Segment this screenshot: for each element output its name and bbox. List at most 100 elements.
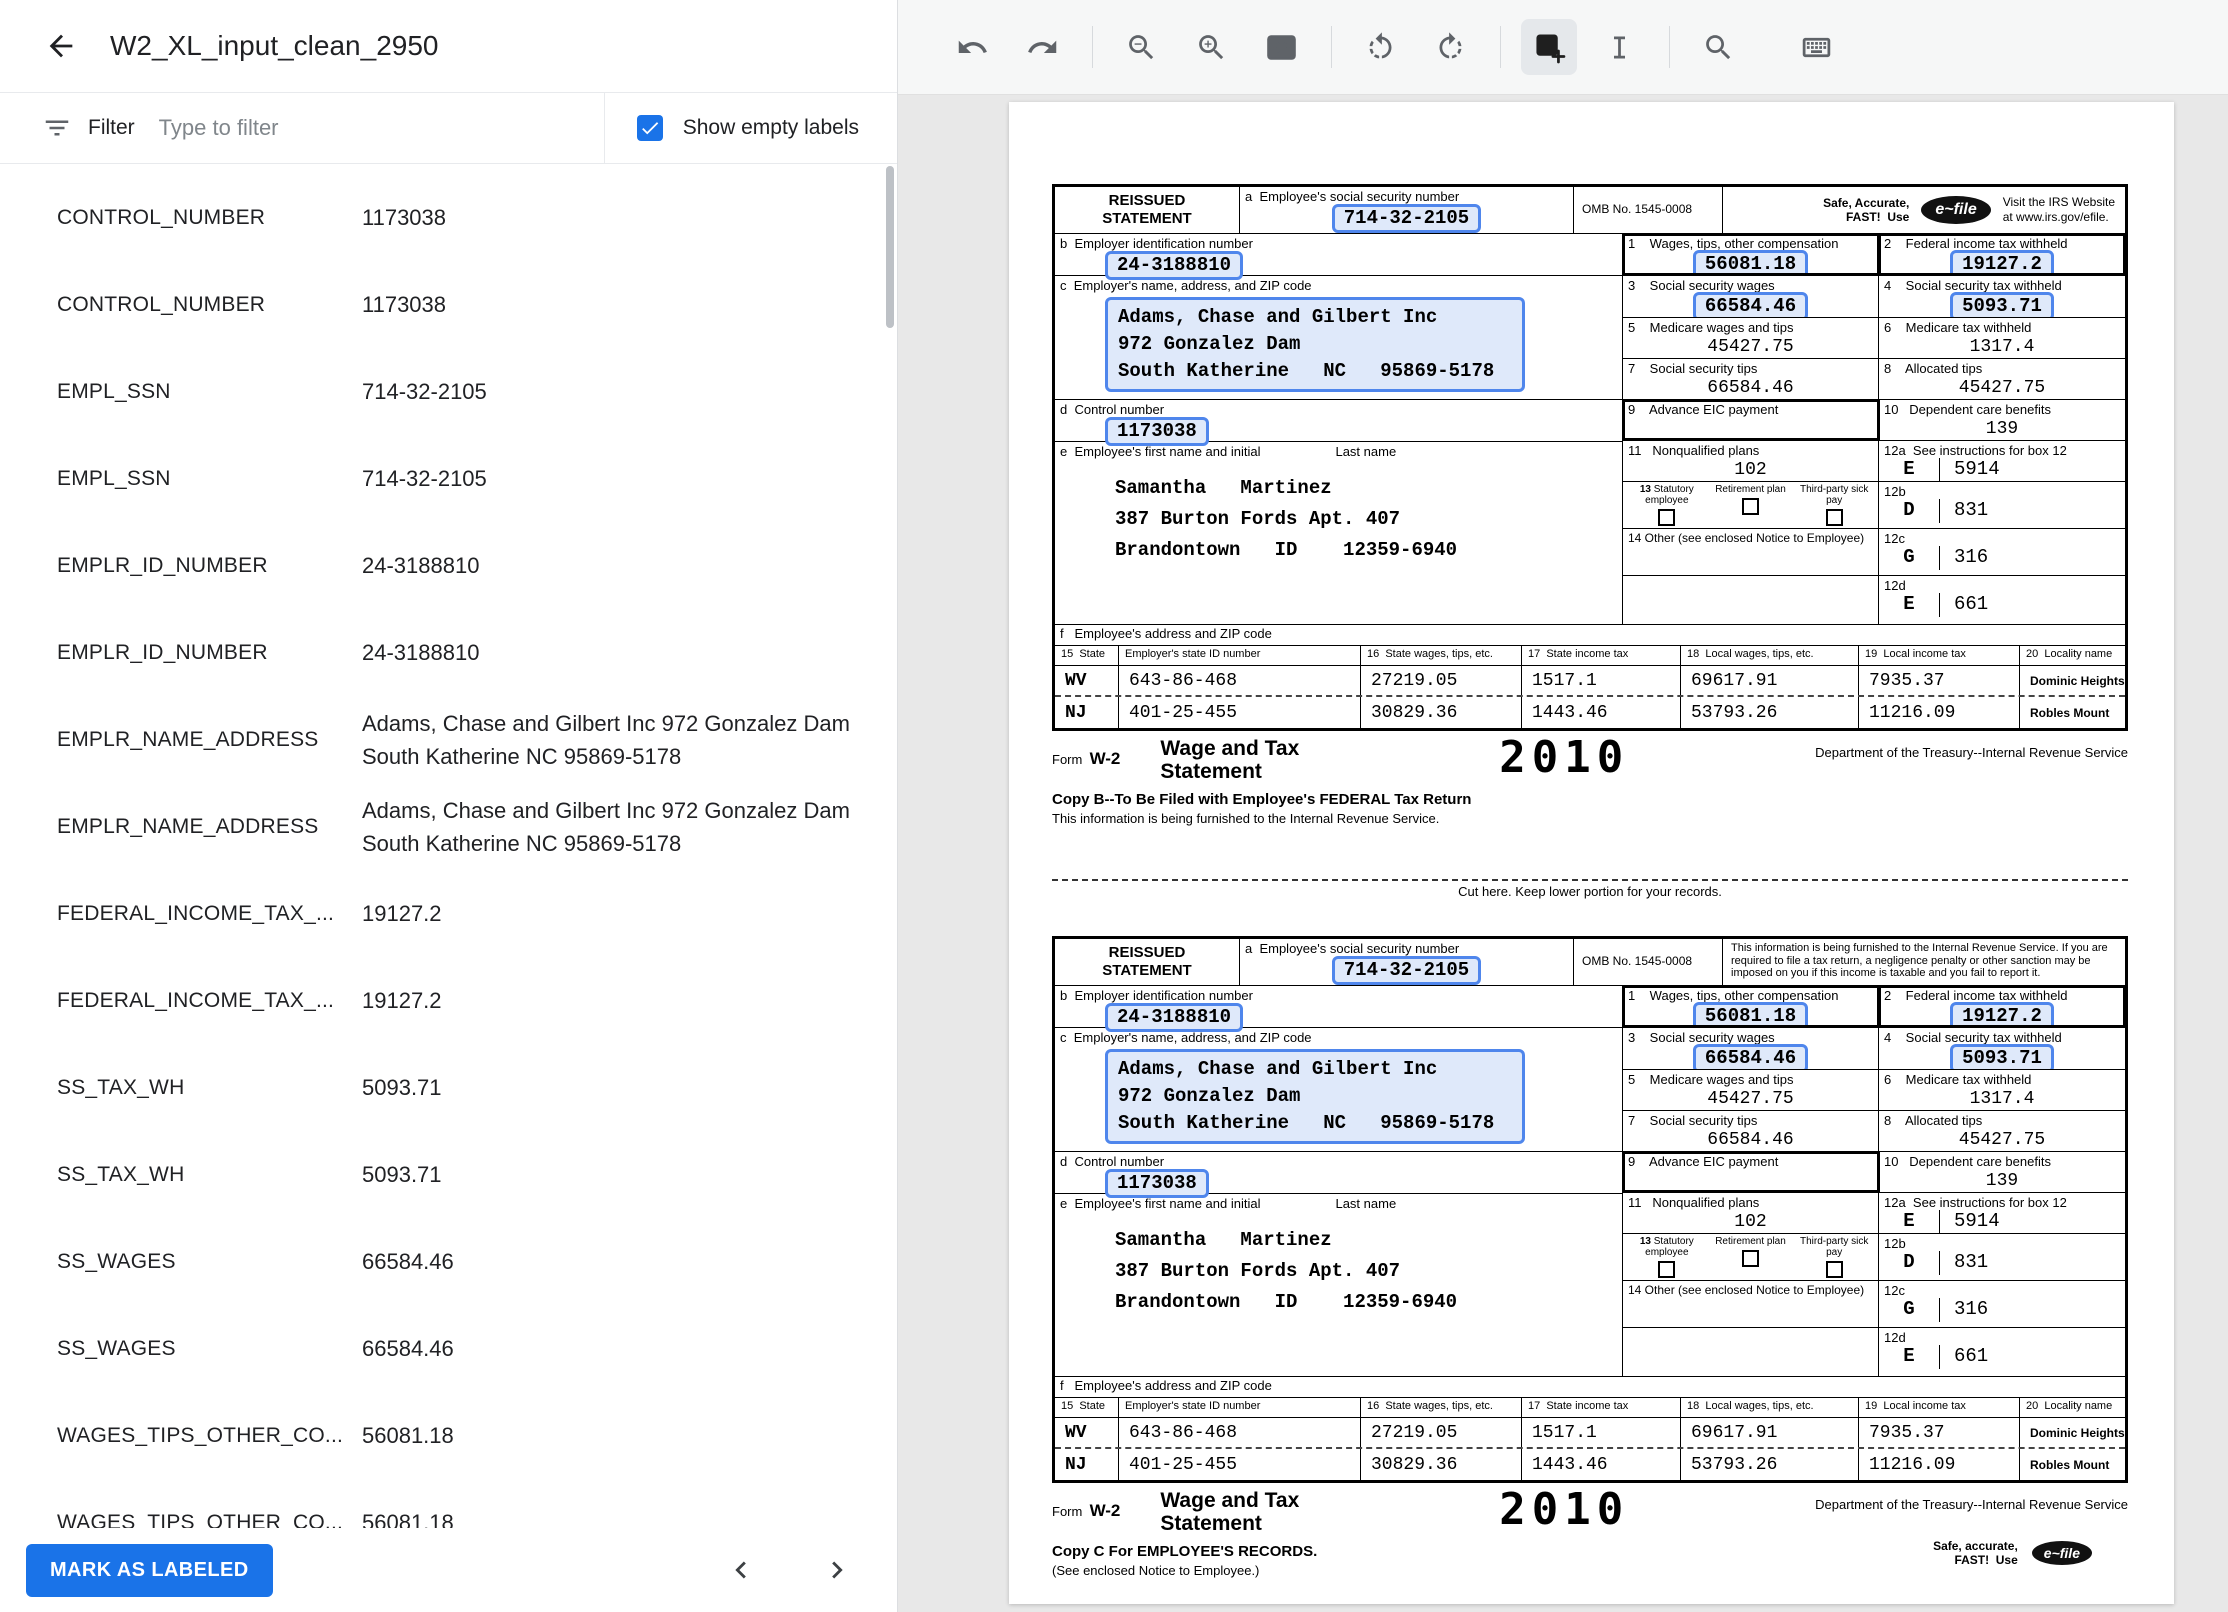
label-row[interactable]: CONTROL_NUMBER 1173038: [0, 261, 897, 348]
retirement-plan-checkbox[interactable]: [1742, 1250, 1759, 1267]
box-14-continued: [1623, 1328, 1879, 1376]
box-b-ein: b Employer identification number 24-3188…: [1055, 986, 1623, 1032]
box-e-employee: e Employee's first name and initial Last…: [1055, 1194, 1622, 1376]
annotation-employer-address[interactable]: Adams, Chase and Gilbert Inc 972 Gonzale…: [1105, 297, 1525, 392]
box-3-ss-wages: 3 Social security wages 66584.46: [1623, 276, 1879, 317]
annotation-ssn[interactable]: 714-32-2105: [1331, 956, 1482, 985]
annotation-box2[interactable]: 19127.2: [1950, 1002, 2054, 1027]
label-list: CONTROL_NUMBER 1173038 CONTROL_NUMBER 11…: [0, 164, 897, 1612]
label-row[interactable]: SS_WAGES 66584.46: [0, 1218, 897, 1305]
box-7-ss-tips: 7 Social security tips 66584.46: [1623, 359, 1879, 399]
reissued-statement: REISSUED STATEMENT: [1055, 187, 1240, 233]
treasury-department-label: Department of the Treasury--Internal Rev…: [1815, 1497, 2128, 1512]
toolbar-divider: [1669, 26, 1670, 68]
header-corner: Safe, Accurate,FAST! Use e~file Visit th…: [1723, 187, 2125, 233]
arrow-back-icon: [49, 34, 73, 58]
annotation-box3[interactable]: 66584.46: [1692, 292, 1809, 317]
box-6-medicare-tax: 6 Medicare tax withheld 1317.4: [1884, 1072, 2035, 1109]
annotation-box4[interactable]: 5093.71: [1950, 1044, 2054, 1069]
employee-name-address: Samantha Martinez 387 Burton Fords Apt. …: [1115, 477, 1458, 561]
label-row[interactable]: CONTROL_NUMBER 1173038: [0, 174, 897, 261]
previous-page-button[interactable]: [721, 1550, 761, 1590]
box-8-allocated-tips: 8 Allocated tips 45427.75: [1884, 361, 2046, 398]
label-row[interactable]: SS_TAX_WH 5093.71: [0, 1044, 897, 1131]
annotation-ssn[interactable]: 714-32-2105: [1331, 204, 1482, 233]
document-canvas[interactable]: REISSUED STATEMENT a Employee's social s…: [898, 95, 2228, 1612]
label-name: EMPLR_ID_NUMBER: [57, 640, 268, 664]
label-name: EMPLR_NAME_ADDRESS: [57, 727, 319, 751]
label-row[interactable]: EMPL_SSN 714-32-2105: [0, 435, 897, 522]
label-value: Adams, Chase and Gilbert Inc 972 Gonzale…: [362, 710, 850, 769]
scrollbar-thumb[interactable]: [886, 166, 894, 328]
box-2-federal-tax: 2 Federal income tax withheld 19127.2: [1878, 233, 2126, 276]
label-row[interactable]: FEDERAL_INCOME_TAX_... 19127.2: [0, 957, 897, 1044]
label-row[interactable]: SS_WAGES 66584.46: [0, 1305, 897, 1392]
annotation-box1[interactable]: 56081.18: [1692, 250, 1809, 275]
show-empty-labels-toggle[interactable]: Show empty labels: [603, 93, 897, 163]
state-row: NJ 401-25-455 30829.36 1443.46 53793.26 …: [1055, 1449, 2125, 1480]
label-row[interactable]: WAGES_TIPS_OTHER_CO... 56081.18: [0, 1392, 897, 1479]
annotation-box2[interactable]: 19127.2: [1950, 250, 2054, 275]
viewer-toolbar: [898, 0, 2228, 95]
search-button[interactable]: [1690, 19, 1746, 75]
rotate-ccw-button[interactable]: [1352, 19, 1408, 75]
copy-designation: Copy B--To Be Filed with Employee's FEDE…: [1052, 791, 1472, 826]
filter-input[interactable]: [158, 115, 604, 141]
bottom-bar: MARK AS LABELED: [0, 1528, 897, 1612]
zoom-out-button[interactable]: [1113, 19, 1169, 75]
box-10-dependent-care: 10 Dependent care benefits 139: [1884, 1154, 2051, 1191]
furnishing-notice: This information is being furnished to t…: [1731, 942, 2108, 979]
retirement-plan-checkbox[interactable]: [1742, 498, 1759, 515]
undo-button[interactable]: [944, 19, 1000, 75]
text-select-button[interactable]: [1591, 19, 1647, 75]
annotation-employer-address[interactable]: Adams, Chase and Gilbert Inc 972 Gonzale…: [1105, 1049, 1525, 1144]
annotation-box4[interactable]: 5093.71: [1950, 292, 2054, 317]
statutory-employee-checkbox[interactable]: [1658, 509, 1676, 526]
box-b-label: b Employer identification number: [1060, 988, 1253, 1003]
label-value: 714-32-2105: [362, 466, 487, 491]
next-page-button[interactable]: [817, 1550, 857, 1590]
box-d-control: d Control number 1173038: [1055, 1152, 1622, 1198]
form-footer: Form W-2 Wage and Tax Statement 2010 Dep…: [1052, 1488, 2128, 1536]
add-bounding-box-button[interactable]: [1521, 19, 1577, 75]
document-page: REISSUED STATEMENT a Employee's social s…: [1009, 102, 2174, 1604]
mark-as-labeled-button[interactable]: MARK AS LABELED: [26, 1543, 273, 1597]
efile-corner: Safe, Accurate, FAST! Use e~file Visit th…: [1723, 187, 2125, 233]
omb-number: OMB No. 1545-0008: [1574, 187, 1723, 233]
label-row[interactable]: SS_TAX_WH 5093.71: [0, 1131, 897, 1218]
box-12a: 12a See instructions for box 12 E 5914: [1879, 441, 2125, 481]
label-value: 19127.2: [362, 901, 442, 926]
form-w2-label: Form W-2: [1052, 749, 1121, 768]
label-row[interactable]: EMPL_SSN 714-32-2105: [0, 348, 897, 435]
label-row[interactable]: FEDERAL_INCOME_TAX_... 19127.2: [0, 870, 897, 957]
zoom-in-button[interactable]: [1183, 19, 1239, 75]
redo-button[interactable]: [1014, 19, 1070, 75]
code-view-button[interactable]: [1253, 19, 1309, 75]
toolbar-divider: [1500, 26, 1501, 68]
keyboard-shortcuts-button[interactable]: [1788, 19, 1844, 75]
document-viewer: REISSUED STATEMENT a Employee's social s…: [898, 0, 2228, 1612]
panel-header: W2_XL_input_clean_2950: [0, 0, 897, 92]
show-empty-labels-checkbox[interactable]: [636, 115, 663, 141]
toolbar-divider: [1331, 26, 1332, 68]
label-name: EMPLR_ID_NUMBER: [57, 553, 268, 577]
label-row[interactable]: EMPLR_NAME_ADDRESS Adams, Chase and Gilb…: [0, 696, 897, 783]
label-name: FEDERAL_INCOME_TAX_...: [57, 901, 335, 925]
state-table-header: 15 State Employer's state ID number 16 S…: [1055, 646, 2125, 666]
label-row[interactable]: EMPLR_NAME_ADDRESS Adams, Chase and Gilb…: [0, 783, 897, 870]
box-12c: 12c G 316: [1879, 1281, 2125, 1327]
back-button[interactable]: [36, 21, 86, 71]
annotation-box3[interactable]: 66584.46: [1692, 1044, 1809, 1069]
label-name: SS_WAGES: [57, 1249, 176, 1273]
box-7-ss-tips: 7 Social security tips 66584.46: [1623, 1111, 1879, 1151]
third-party-sick-pay-checkbox[interactable]: [1825, 509, 1843, 526]
box-2-federal-tax: 2 Federal income tax withheld 19127.2: [1878, 985, 2126, 1028]
label-row[interactable]: EMPLR_ID_NUMBER 24-3188810: [0, 609, 897, 696]
statutory-employee-checkbox[interactable]: [1658, 1261, 1676, 1278]
rotate-cw-button[interactable]: [1422, 19, 1478, 75]
annotation-box1[interactable]: 56081.18: [1692, 1002, 1809, 1027]
box-4-ss-tax: 4 Social security tax withheld 5093.71: [1879, 276, 2125, 317]
label-row[interactable]: EMPLR_ID_NUMBER 24-3188810: [0, 522, 897, 609]
third-party-sick-pay-checkbox[interactable]: [1825, 1261, 1843, 1278]
label-value: 66584.46: [362, 1336, 454, 1361]
